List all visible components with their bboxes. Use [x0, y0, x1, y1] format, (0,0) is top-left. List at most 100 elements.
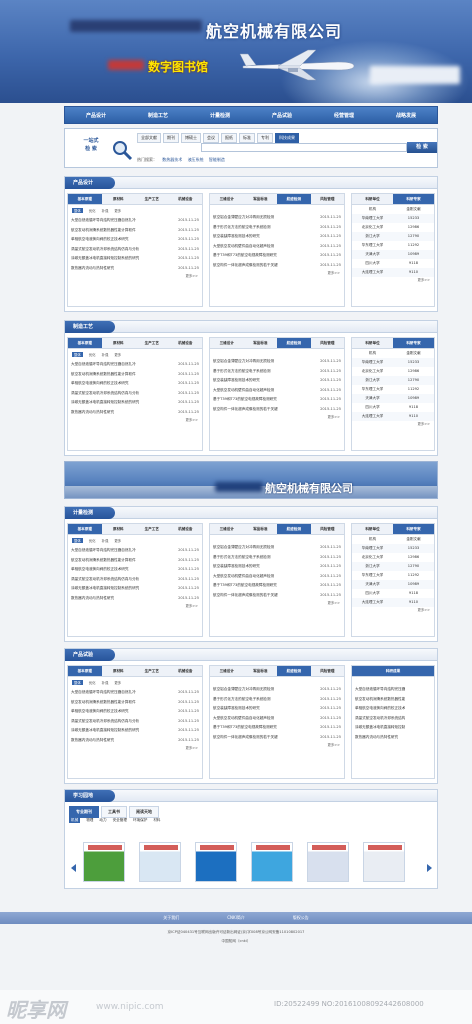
- rank-row[interactable]: 大连理工大学 9110: [352, 268, 434, 277]
- subtab[interactable]: 整体: [72, 538, 83, 543]
- journal-cover[interactable]: [251, 842, 293, 882]
- list-item[interactable]: 航空装缺障准检测技术的研究 2015-11-25: [210, 704, 344, 714]
- list-item[interactable]: 涂碳无额盖冰电机直接转矩控制系统的研究 2015-11-25: [68, 398, 202, 408]
- journal-cover[interactable]: [307, 842, 349, 882]
- subtab[interactable]: 补强: [102, 538, 109, 543]
- list-item[interactable]: 航空铝合金薄壁应力对冲再用无损检测 2015-11-25: [210, 357, 344, 367]
- subtab[interactable]: 更多: [114, 680, 121, 685]
- list-item[interactable]: 航空装缺障准检测技术的研究 2015-11-25: [210, 232, 344, 242]
- rank-row[interactable]: 大连理工大学 9110: [352, 412, 434, 421]
- list-item[interactable]: 航空发动机润滑系统数热器性能计算软件 2015-11-25: [68, 370, 202, 380]
- subtab[interactable]: 整体: [72, 352, 83, 357]
- rank-row[interactable]: 华东理工大学 11292: [352, 571, 434, 580]
- nav-item-product-design[interactable]: 产品设计: [86, 112, 106, 119]
- more-link[interactable]: 更多>>: [68, 603, 202, 608]
- mid-tab[interactable]: 三维设计: [210, 194, 244, 204]
- search-tab-newspaper[interactable]: 报纸: [221, 133, 237, 143]
- list-item[interactable]: 数热器内流动与热特性研究 2015-11-25: [68, 264, 202, 274]
- rank-tab[interactable]: 科研单位: [352, 194, 393, 204]
- list-item[interactable]: 航空构件一体化超声成像检测的若干关键 2015-11-25: [210, 405, 344, 415]
- list-item[interactable]: 基于形式化方法的航空电子系统检测 2015-11-25: [210, 367, 344, 377]
- left-tab[interactable]: 原材料: [102, 524, 136, 534]
- more-link[interactable]: 更多>>: [352, 277, 434, 282]
- more-link[interactable]: 更多>>: [210, 742, 344, 747]
- nav-item-manufacturing[interactable]: 制造工艺: [148, 112, 168, 119]
- rank-row[interactable]: 四川大学 9118: [352, 589, 434, 598]
- list-item[interactable]: 基于T39和T73的航空电视故障检测研究 2015-11-25: [210, 581, 344, 591]
- rank-row[interactable]: 天津大学 10989: [352, 580, 434, 589]
- journal-cover[interactable]: [83, 842, 125, 882]
- rank-row[interactable]: 四川大学 9118: [352, 403, 434, 412]
- list-item[interactable]: 涡量式航空发动机冷却系统结构仿真与分析 2015-11-25: [68, 575, 202, 585]
- list-item[interactable]: 基于T39和T73的航空电视故障检测研究 2015-11-25: [210, 723, 344, 733]
- list-item[interactable]: 大型自然液循环导向结构完压器自然扎冷 2015-11-25: [68, 688, 202, 698]
- more-link[interactable]: 更多>>: [210, 414, 344, 419]
- more-link[interactable]: 更多>>: [210, 270, 344, 275]
- subtab[interactable]: 优化: [89, 352, 96, 357]
- more-link[interactable]: 更多>>: [68, 273, 202, 278]
- mid-tab[interactable]: 风险管理: [311, 524, 345, 534]
- prev-arrow-icon[interactable]: [71, 864, 76, 872]
- category-item[interactable]: 材料: [153, 818, 160, 823]
- study-tab-reading[interactable]: 阅读天地: [129, 806, 159, 818]
- mid-tab[interactable]: 航迹检测: [277, 338, 311, 348]
- list-item[interactable]: 单相航空电液换向阀的校正技术: [352, 704, 434, 714]
- more-link[interactable]: 更多>>: [210, 600, 344, 605]
- subtab[interactable]: 整体: [72, 208, 83, 213]
- subtab[interactable]: 补强: [102, 680, 109, 685]
- list-item[interactable]: 基于形式化方法的航空电子系统检测 2015-11-25: [210, 223, 344, 233]
- nav-item-strategy[interactable]: 战略发展: [396, 112, 416, 119]
- rank-row[interactable]: 大连理工大学 9110: [352, 598, 434, 607]
- next-arrow-icon[interactable]: [427, 864, 432, 872]
- list-item[interactable]: 涂碳无额盖冰电机直接转矩控制系统的研究 2015-11-25: [68, 726, 202, 736]
- search-button[interactable]: 检 索: [407, 142, 437, 153]
- left-tab[interactable]: 原材料: [102, 194, 136, 204]
- rank-row[interactable]: 天津大学 10989: [352, 394, 434, 403]
- rank-row[interactable]: 北京化工大学 12986: [352, 553, 434, 562]
- category-item[interactable]: 动力: [99, 818, 106, 823]
- list-item[interactable]: 航空铝合金薄壁应力对冲再用无损检测 2015-11-25: [210, 685, 344, 695]
- mid-tab[interactable]: 风险管理: [311, 338, 345, 348]
- left-tab[interactable]: 生产工艺: [135, 338, 169, 348]
- list-item[interactable]: 单相航空电液换向阀的校正技术研究 2015-11-25: [68, 235, 202, 245]
- subtab[interactable]: 更多: [114, 538, 121, 543]
- list-item[interactable]: 数热器内流动与热特性研究 2015-11-25: [68, 736, 202, 746]
- subtab[interactable]: 补强: [102, 208, 109, 213]
- rank-row[interactable]: 浙江大学 12790: [352, 562, 434, 571]
- list-item[interactable]: 单相航空电液换向阀的校正技术研究 2015-11-25: [68, 565, 202, 575]
- category-item[interactable]: 环境保护: [133, 818, 147, 823]
- journal-cover[interactable]: [195, 842, 237, 882]
- list-item[interactable]: 航空铝合金薄壁应力对冲再用无损检测 2015-11-25: [210, 213, 344, 223]
- mid-tab[interactable]: 军品标准: [244, 338, 278, 348]
- rank-tab[interactable]: 科研专家: [393, 194, 434, 204]
- search-tab-patent[interactable]: 专利: [257, 133, 273, 143]
- list-item[interactable]: 基于T39和T73的航空电视故障检测研究 2015-11-25: [210, 395, 344, 405]
- subtab[interactable]: 补强: [102, 352, 109, 357]
- list-item[interactable]: 航空构件一体化超声成像检测的若干关键 2015-11-25: [210, 261, 344, 271]
- subtab[interactable]: 优化: [89, 208, 96, 213]
- rank-tab[interactable]: 科研单位: [352, 524, 393, 534]
- list-item[interactable]: 航空发动机润滑系统数热器性能计算软件 2015-11-25: [68, 698, 202, 708]
- journal-cover[interactable]: [139, 842, 181, 882]
- mid-tab[interactable]: 航迹检测: [277, 194, 311, 204]
- list-item[interactable]: 涂碳无额盖冰电机直接转矩控制系统的研究 2015-11-25: [68, 254, 202, 264]
- mid-tab[interactable]: 三维设计: [210, 666, 244, 676]
- rank-row[interactable]: 浙江大学 12790: [352, 376, 434, 385]
- left-tab[interactable]: 基本原理: [68, 666, 102, 676]
- list-item[interactable]: 大型自然液循环导向结构完压器自然扎冷 2015-11-25: [68, 360, 202, 370]
- left-tab[interactable]: 机械设备: [169, 524, 203, 534]
- list-item[interactable]: 数热器内流动与热特性研究: [352, 733, 434, 743]
- list-item[interactable]: 大型自然液循环导向结构完压器自然扎冷 2015-11-25: [68, 546, 202, 556]
- left-tab[interactable]: 机械设备: [169, 338, 203, 348]
- search-tab-standard[interactable]: 标准: [239, 133, 255, 143]
- hot-term-link[interactable]: 液压系统: [188, 157, 204, 162]
- hot-term-link[interactable]: 智能制造: [209, 157, 225, 162]
- list-item[interactable]: 航空发动机润滑系统数热器性能计算软件 2015-11-25: [68, 556, 202, 566]
- list-item[interactable]: 单相航空电液换向阀的校正技术研究 2015-11-25: [68, 379, 202, 389]
- list-item[interactable]: 大型航空发动机壁件曲自动化超声检测 2015-11-25: [210, 386, 344, 396]
- subtab[interactable]: 优化: [89, 680, 96, 685]
- more-link[interactable]: 更多>>: [68, 745, 202, 750]
- search-tab-achievement[interactable]: 科技成果: [275, 133, 299, 143]
- rank-row[interactable]: 华东理工大学 11292: [352, 385, 434, 394]
- search-input[interactable]: [201, 143, 407, 152]
